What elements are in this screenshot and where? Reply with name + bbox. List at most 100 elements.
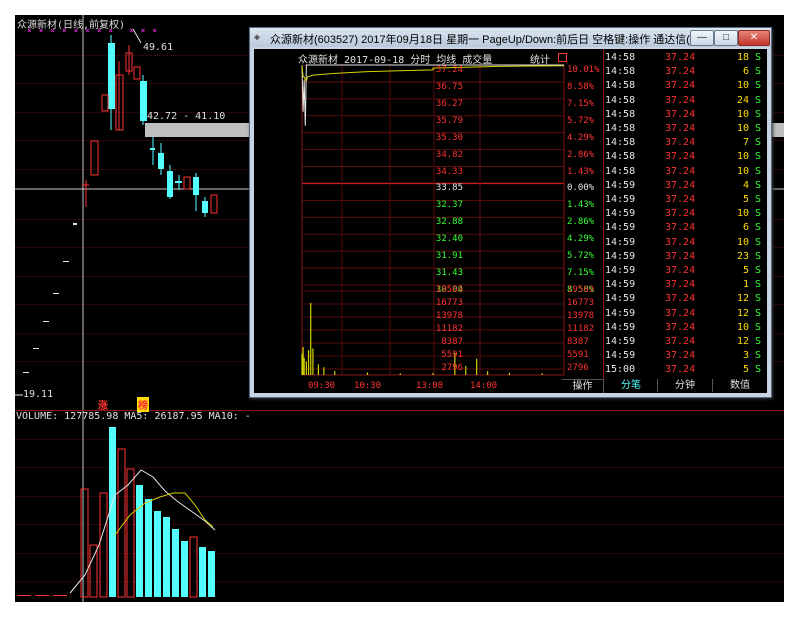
tick-volume: 10 bbox=[736, 151, 749, 163]
tick-table-row[interactable]: 14:58 37.24 24 S bbox=[603, 94, 767, 108]
candle-body bbox=[33, 348, 39, 349]
tick-flag: S bbox=[755, 321, 762, 333]
tick-volume: 12 bbox=[736, 336, 749, 347]
tab-ticks[interactable]: 分笔 bbox=[605, 379, 658, 392]
tick-flag: S bbox=[755, 293, 762, 305]
tick-table-row[interactable]: 14:58 37.24 10 S bbox=[603, 150, 767, 164]
tick-flag: S bbox=[755, 307, 762, 319]
tab-values[interactable]: 数值 bbox=[713, 379, 767, 392]
volume-indicator-title: VOLUME: 127785.98 MA5: 26187.95 MA10: - bbox=[16, 411, 251, 422]
tick-table-row[interactable]: 14:58 37.24 7 S bbox=[603, 136, 767, 150]
percent-tick-label: 2.86% bbox=[567, 217, 595, 228]
tick-price: 37.24 bbox=[665, 250, 696, 262]
tick-table-row[interactable]: 14:58 37.24 10 S bbox=[603, 122, 767, 136]
tick-volume: 10 bbox=[736, 236, 749, 248]
tick-table-row[interactable]: 14:59 37.24 12 S bbox=[603, 307, 767, 321]
tick-volume: 5 bbox=[742, 265, 749, 276]
volume-tick-label: 13978 bbox=[567, 311, 595, 321]
candle-body bbox=[150, 148, 155, 150]
maximize-button[interactable]: □ bbox=[714, 30, 738, 46]
tick-price: 37.24 bbox=[665, 265, 696, 276]
volume-bar bbox=[163, 517, 170, 597]
tick-table-row[interactable]: 14:59 37.24 10 S bbox=[603, 236, 767, 250]
candle-body bbox=[140, 81, 147, 121]
time-tick-label: 09:30 bbox=[308, 381, 336, 391]
candle-body bbox=[23, 372, 29, 373]
tick-flag: S bbox=[755, 66, 762, 78]
tick-flag: S bbox=[755, 336, 762, 347]
tick-volume: 18 bbox=[736, 52, 749, 63]
tick-volume: 7 bbox=[742, 137, 749, 149]
percent-tick-label: 1.43% bbox=[567, 200, 595, 211]
tick-table-row[interactable]: 14:59 37.24 23 S bbox=[603, 250, 767, 264]
tick-time: 14:58 bbox=[605, 66, 636, 78]
popup-titlebar[interactable]: ◈ 众源新材(603527) 2017年09月18日 星期一 PageUp/Do… bbox=[250, 28, 771, 47]
tick-flag: S bbox=[755, 279, 762, 291]
tick-time: 14:59 bbox=[605, 250, 636, 262]
volume-bar bbox=[53, 595, 67, 596]
tick-time: 14:58 bbox=[605, 94, 636, 106]
limit-up-badge[interactable]: 涨 bbox=[98, 397, 108, 412]
tick-time: 14:59 bbox=[605, 194, 636, 205]
tick-table-row[interactable]: 14:59 37.24 3 S bbox=[603, 349, 767, 363]
tick-price: 37.24 bbox=[665, 108, 696, 120]
minimize-button[interactable]: — bbox=[690, 30, 714, 46]
close-button[interactable]: ✕ bbox=[738, 30, 770, 46]
tick-time: 14:59 bbox=[605, 236, 636, 248]
tick-table-row[interactable]: 14:59 37.24 10 S bbox=[603, 321, 767, 335]
tick-table-row[interactable]: 14:59 37.24 10 S bbox=[603, 207, 767, 221]
tick-table-row[interactable]: 14:59 37.24 1 S bbox=[603, 278, 767, 292]
percent-tick-label: 5.72% bbox=[567, 115, 595, 126]
tick-volume: 10 bbox=[736, 321, 749, 333]
tick-table-row[interactable]: 14:58 37.24 10 S bbox=[603, 108, 767, 122]
tick-flag: S bbox=[755, 208, 762, 220]
tick-table-row[interactable]: 14:58 37.24 18 S bbox=[603, 51, 767, 65]
percent-tick-label: 10.01% bbox=[567, 65, 600, 75]
percent-tick-label: 7.15% bbox=[567, 98, 595, 109]
tab-minutes[interactable]: 分钟 bbox=[658, 379, 713, 392]
tick-table-row[interactable]: 14:58 37.24 10 S bbox=[603, 79, 767, 93]
volume-bar bbox=[181, 541, 188, 597]
volume-bar bbox=[35, 595, 49, 596]
intraday-popup-window[interactable]: ◈ 众源新材(603527) 2017年09月18日 星期一 PageUp/Do… bbox=[249, 27, 772, 398]
tick-table-row[interactable]: 14:59 37.24 6 S bbox=[603, 221, 767, 235]
tick-table-row[interactable]: 14:59 37.24 12 S bbox=[603, 292, 767, 306]
percent-tick-label: 4.29% bbox=[567, 234, 595, 245]
tick-time: 14:58 bbox=[605, 165, 636, 177]
tick-time: 14:59 bbox=[605, 179, 636, 191]
candle-body bbox=[90, 140, 99, 176]
tick-time: 14:58 bbox=[605, 108, 636, 120]
tick-volume: 12 bbox=[736, 307, 749, 319]
volume-tick-label: 11182 bbox=[435, 324, 463, 334]
time-tick-label: 14:00 bbox=[470, 381, 498, 391]
percent-tick-label: 5.72% bbox=[567, 251, 595, 262]
intraday-chart[interactable] bbox=[254, 49, 603, 393]
volume-bar bbox=[136, 485, 143, 597]
tick-volume: 6 bbox=[742, 222, 749, 234]
ranking-badge[interactable]: 榜 bbox=[137, 397, 149, 412]
tick-flag: S bbox=[755, 137, 762, 149]
tick-price: 37.24 bbox=[665, 321, 696, 333]
tick-time: 14:59 bbox=[605, 222, 636, 234]
percent-tick-label: 2.86% bbox=[567, 149, 595, 160]
candle-body bbox=[108, 43, 115, 109]
tick-table-row[interactable]: 14:58 37.24 6 S bbox=[603, 65, 767, 79]
tick-table-row[interactable]: 14:59 37.24 5 S bbox=[603, 193, 767, 207]
tick-time: 14:59 bbox=[605, 321, 636, 333]
tick-flag: S bbox=[755, 364, 762, 376]
tick-price: 37.24 bbox=[665, 94, 696, 106]
percent-tick-label: 8.58% bbox=[567, 81, 595, 92]
candle-body bbox=[53, 293, 59, 294]
tab-operate[interactable]: 操作 bbox=[562, 379, 604, 393]
tick-table-row[interactable]: 14:59 37.24 12 S bbox=[603, 335, 767, 349]
tick-price: 37.24 bbox=[665, 208, 696, 220]
tick-time: 14:59 bbox=[605, 307, 636, 319]
candle-body bbox=[210, 194, 218, 214]
tick-table-row[interactable]: 14:59 37.24 5 S bbox=[603, 264, 767, 278]
tick-volume: 3 bbox=[742, 350, 749, 362]
candle-body bbox=[167, 171, 173, 197]
tick-table-row[interactable]: 15:00 37.24 5 S bbox=[603, 363, 767, 377]
tick-table-row[interactable]: 14:59 37.24 4 S bbox=[603, 179, 767, 193]
tick-table-row[interactable]: 14:58 37.24 10 S bbox=[603, 165, 767, 179]
tick-time: 14:59 bbox=[605, 293, 636, 305]
